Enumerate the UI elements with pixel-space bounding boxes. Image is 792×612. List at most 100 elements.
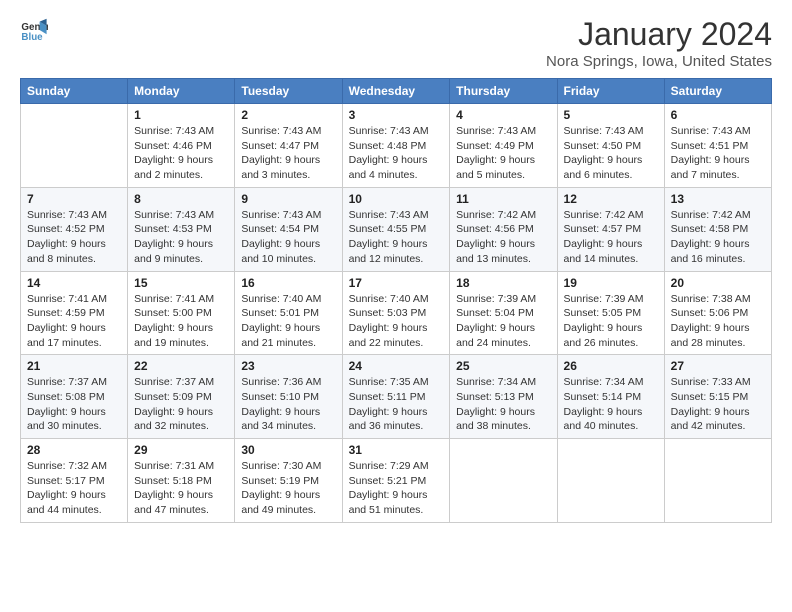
day-info: Sunrise: 7:32 AMSunset: 5:17 PMDaylight:…: [27, 459, 121, 518]
col-header-friday: Friday: [557, 79, 664, 104]
calendar-cell: 12Sunrise: 7:42 AMSunset: 4:57 PMDayligh…: [557, 187, 664, 271]
week-row-5: 28 Sunrise: 7:32 AMSunset: 5:17 PMDayligh…: [21, 439, 772, 523]
calendar-cell: 18 Sunrise: 7:39 AMSunset: 5:04 PMDayligh…: [450, 271, 557, 355]
calendar-cell: 2 Sunrise: 7:43 AMSunset: 4:47 PMDaylight…: [235, 104, 342, 188]
calendar-cell: 28 Sunrise: 7:32 AMSunset: 5:17 PMDayligh…: [21, 439, 128, 523]
week-row-1: 1 Sunrise: 7:43 AMSunset: 4:46 PMDaylight…: [21, 104, 772, 188]
day-number: 25: [456, 359, 550, 373]
day-info: Sunrise: 7:39 AMSunset: 5:04 PMDaylight:…: [456, 292, 550, 351]
day-number: 4: [456, 108, 550, 122]
calendar-cell: 26 Sunrise: 7:34 AMSunset: 5:14 PMDayligh…: [557, 355, 664, 439]
day-info: Sunrise: 7:42 AMSunset: 4:58 PMDaylight:…: [671, 208, 765, 267]
col-header-tuesday: Tuesday: [235, 79, 342, 104]
day-info: Sunrise: 7:43 AMSunset: 4:52 PMDaylight:…: [27, 208, 121, 267]
calendar-cell: [557, 439, 664, 523]
calendar-cell: 20 Sunrise: 7:38 AMSunset: 5:06 PMDayligh…: [664, 271, 771, 355]
day-number: 26: [564, 359, 658, 373]
calendar-cell: 14 Sunrise: 7:41 AMSunset: 4:59 PMDayligh…: [21, 271, 128, 355]
day-info: Sunrise: 7:36 AMSunset: 5:10 PMDaylight:…: [241, 375, 335, 434]
calendar-cell: 6 Sunrise: 7:43 AMSunset: 4:51 PMDaylight…: [664, 104, 771, 188]
day-number: 30: [241, 443, 335, 457]
day-info: Sunrise: 7:39 AMSunset: 5:05 PMDaylight:…: [564, 292, 658, 351]
calendar-cell: 15 Sunrise: 7:41 AMSunset: 5:00 PMDayligh…: [128, 271, 235, 355]
calendar-cell: 8 Sunrise: 7:43 AMSunset: 4:53 PMDaylight…: [128, 187, 235, 271]
calendar-cell: 24Sunrise: 7:35 AMSunset: 5:11 PMDayligh…: [342, 355, 450, 439]
calendar-cell: 30 Sunrise: 7:30 AMSunset: 5:19 PMDayligh…: [235, 439, 342, 523]
calendar-cell: 27Sunrise: 7:33 AMSunset: 5:15 PMDayligh…: [664, 355, 771, 439]
day-number: 6: [671, 108, 765, 122]
day-info: Sunrise: 7:42 AMSunset: 4:56 PMDaylight:…: [456, 208, 550, 267]
calendar-cell: 29 Sunrise: 7:31 AMSunset: 5:18 PMDayligh…: [128, 439, 235, 523]
day-number: 27: [671, 359, 765, 373]
logo: General Blue: [20, 16, 48, 44]
calendar-table: SundayMondayTuesdayWednesdayThursdayFrid…: [20, 78, 772, 523]
day-number: 1: [134, 108, 228, 122]
col-header-wednesday: Wednesday: [342, 79, 450, 104]
day-info: Sunrise: 7:43 AMSunset: 4:50 PMDaylight:…: [564, 124, 658, 183]
day-number: 22: [134, 359, 228, 373]
day-info: Sunrise: 7:43 AMSunset: 4:51 PMDaylight:…: [671, 124, 765, 183]
week-row-4: 21 Sunrise: 7:37 AMSunset: 5:08 PMDayligh…: [21, 355, 772, 439]
day-info: Sunrise: 7:34 AMSunset: 5:14 PMDaylight:…: [564, 375, 658, 434]
day-info: Sunrise: 7:43 AMSunset: 4:55 PMDaylight:…: [349, 208, 444, 267]
day-number: 9: [241, 192, 335, 206]
calendar-cell: 7Sunrise: 7:43 AMSunset: 4:52 PMDaylight…: [21, 187, 128, 271]
day-info: Sunrise: 7:31 AMSunset: 5:18 PMDaylight:…: [134, 459, 228, 518]
day-info: Sunrise: 7:43 AMSunset: 4:46 PMDaylight:…: [134, 124, 228, 183]
day-info: Sunrise: 7:30 AMSunset: 5:19 PMDaylight:…: [241, 459, 335, 518]
calendar-cell: [664, 439, 771, 523]
day-number: 5: [564, 108, 658, 122]
day-number: 19: [564, 276, 658, 290]
calendar-cell: 31Sunrise: 7:29 AMSunset: 5:21 PMDayligh…: [342, 439, 450, 523]
day-info: Sunrise: 7:43 AMSunset: 4:48 PMDaylight:…: [349, 124, 444, 183]
day-number: 14: [27, 276, 121, 290]
day-number: 31: [349, 443, 444, 457]
day-info: Sunrise: 7:41 AMSunset: 5:00 PMDaylight:…: [134, 292, 228, 351]
col-header-monday: Monday: [128, 79, 235, 104]
calendar-cell: 5 Sunrise: 7:43 AMSunset: 4:50 PMDaylight…: [557, 104, 664, 188]
calendar-cell: 11 Sunrise: 7:42 AMSunset: 4:56 PMDayligh…: [450, 187, 557, 271]
title-area: January 2024 Nora Springs, Iowa, United …: [546, 16, 772, 70]
day-number: 28: [27, 443, 121, 457]
day-number: 18: [456, 276, 550, 290]
calendar-cell: 1 Sunrise: 7:43 AMSunset: 4:46 PMDaylight…: [128, 104, 235, 188]
col-header-thursday: Thursday: [450, 79, 557, 104]
page-header: General Blue January 2024 Nora Springs, …: [20, 16, 772, 70]
day-info: Sunrise: 7:38 AMSunset: 5:06 PMDaylight:…: [671, 292, 765, 351]
day-number: 16: [241, 276, 335, 290]
day-number: 29: [134, 443, 228, 457]
day-info: Sunrise: 7:37 AMSunset: 5:09 PMDaylight:…: [134, 375, 228, 434]
calendar-header-row: SundayMondayTuesdayWednesdayThursdayFrid…: [21, 79, 772, 104]
day-number: 15: [134, 276, 228, 290]
day-number: 3: [349, 108, 444, 122]
day-number: 20: [671, 276, 765, 290]
col-header-sunday: Sunday: [21, 79, 128, 104]
calendar-cell: 10 Sunrise: 7:43 AMSunset: 4:55 PMDayligh…: [342, 187, 450, 271]
day-number: 21: [27, 359, 121, 373]
day-info: Sunrise: 7:41 AMSunset: 4:59 PMDaylight:…: [27, 292, 121, 351]
day-info: Sunrise: 7:43 AMSunset: 4:47 PMDaylight:…: [241, 124, 335, 183]
day-info: Sunrise: 7:34 AMSunset: 5:13 PMDaylight:…: [456, 375, 550, 434]
day-number: 17: [349, 276, 444, 290]
day-number: 23: [241, 359, 335, 373]
location-subtitle: Nora Springs, Iowa, United States: [546, 53, 772, 70]
day-info: Sunrise: 7:42 AMSunset: 4:57 PMDaylight:…: [564, 208, 658, 267]
calendar-cell: 22 Sunrise: 7:37 AMSunset: 5:09 PMDayligh…: [128, 355, 235, 439]
calendar-cell: 9 Sunrise: 7:43 AMSunset: 4:54 PMDaylight…: [235, 187, 342, 271]
calendar-cell: 25 Sunrise: 7:34 AMSunset: 5:13 PMDayligh…: [450, 355, 557, 439]
day-info: Sunrise: 7:43 AMSunset: 4:54 PMDaylight:…: [241, 208, 335, 267]
day-number: 2: [241, 108, 335, 122]
col-header-saturday: Saturday: [664, 79, 771, 104]
day-info: Sunrise: 7:37 AMSunset: 5:08 PMDaylight:…: [27, 375, 121, 434]
week-row-3: 14 Sunrise: 7:41 AMSunset: 4:59 PMDayligh…: [21, 271, 772, 355]
day-info: Sunrise: 7:40 AMSunset: 5:01 PMDaylight:…: [241, 292, 335, 351]
calendar-cell: [21, 104, 128, 188]
calendar-cell: 17Sunrise: 7:40 AMSunset: 5:03 PMDayligh…: [342, 271, 450, 355]
day-number: 8: [134, 192, 228, 206]
day-number: 11: [456, 192, 550, 206]
calendar-cell: 4Sunrise: 7:43 AMSunset: 4:49 PMDaylight…: [450, 104, 557, 188]
day-info: Sunrise: 7:43 AMSunset: 4:53 PMDaylight:…: [134, 208, 228, 267]
month-title: January 2024: [546, 16, 772, 53]
day-number: 10: [349, 192, 444, 206]
calendar-cell: 21 Sunrise: 7:37 AMSunset: 5:08 PMDayligh…: [21, 355, 128, 439]
